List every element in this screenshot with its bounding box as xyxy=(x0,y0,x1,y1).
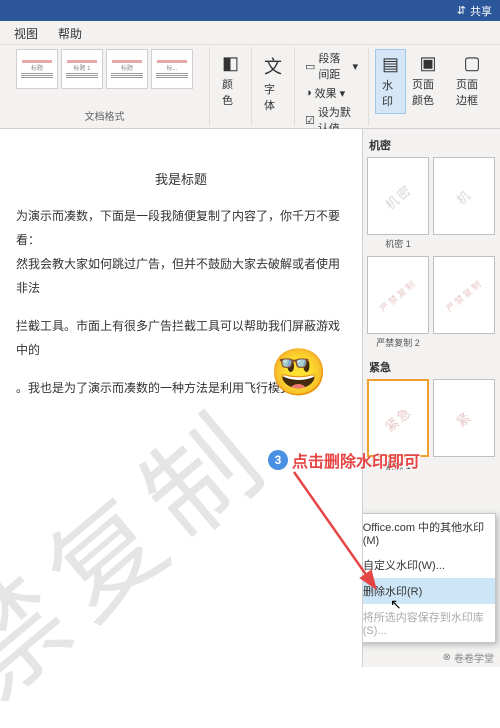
doc-line: 然我会教大家如何跳过广告，但并不鼓励大家去破解或者使用非法 xyxy=(16,252,346,300)
step-badge: 3 xyxy=(268,450,288,470)
wm-caption: 机密 1 xyxy=(367,237,429,250)
font-group: 文 字体 xyxy=(252,47,295,126)
arrow-annotation xyxy=(288,468,388,594)
style-thumb[interactable]: 标题 xyxy=(16,49,58,89)
page-bg-group: ▤ 水印 ▣ 页面颜色 ▢ 页面边框 xyxy=(369,47,500,126)
share-button[interactable]: ⇵ 共享 xyxy=(457,3,492,19)
wm-thumb-urgent-1[interactable]: 紧急 xyxy=(367,379,429,457)
style-thumb[interactable]: 标题 xyxy=(106,49,148,89)
share-label: 共享 xyxy=(470,3,492,19)
color-icon: ◧ xyxy=(222,53,239,74)
color-group: ◧ 颜色 xyxy=(210,47,252,126)
style-gallery-group: 标题 标题 1 标题 标... 文档格式 xyxy=(0,47,210,126)
style-thumb[interactable]: 标题 1 xyxy=(61,49,103,89)
watermark-icon: ▤ xyxy=(382,54,399,75)
style-gallery[interactable]: 标题 标题 1 标题 标... xyxy=(16,49,193,89)
author-watermark: ⊗ 卷卷学堂 xyxy=(443,650,494,665)
page-color-button[interactable]: ▣ 页面颜色 xyxy=(406,49,450,114)
para-spacing-button[interactable]: ▭ 段落间距 ▾ xyxy=(301,49,362,83)
wm-menu-save: 💾 将所选内容保存到水印库(S)... xyxy=(362,604,495,642)
wm-caption: 严禁复制 2 xyxy=(367,336,429,349)
wm-thumb-confidential-1[interactable]: 机密 xyxy=(367,157,429,235)
menu-view[interactable]: 视图 xyxy=(4,21,48,44)
doc-title: 我是标题 xyxy=(16,169,346,188)
menu-help[interactable]: 帮助 xyxy=(48,21,92,44)
title-bar: ⇵ 共享 xyxy=(0,0,500,21)
wm-section-title: 紧急 xyxy=(367,355,496,379)
wm-thumb-confidential-2[interactable]: 机 xyxy=(433,157,495,235)
wm-thumb-nocopy-3[interactable]: 严禁复制 xyxy=(433,256,495,334)
page-border-button[interactable]: ▢ 页面边框 xyxy=(450,49,494,114)
menu-bar: 视图 帮助 xyxy=(0,21,500,45)
zhihu-icon: ⊗ xyxy=(443,652,451,663)
format-opts-group: ▭ 段落间距 ▾ ◑ 效果 ▾ ☑ 设为默认值 xyxy=(295,47,369,126)
share-icon: ⇵ xyxy=(457,4,466,17)
wm-caption xyxy=(433,237,495,247)
wm-caption xyxy=(433,459,495,469)
page-color-icon: ▣ xyxy=(420,53,437,74)
wm-caption xyxy=(433,336,495,346)
style-thumb[interactable]: 标... xyxy=(151,49,193,89)
ribbon: 标题 标题 1 标题 标... 文档格式 ◧ 颜色 文 字体 ▭ 段落间距 ▾ … xyxy=(0,45,500,129)
watermark-button[interactable]: ▤ 水印 xyxy=(375,49,406,114)
bg-watermark-text: 禁复制 xyxy=(0,366,300,728)
style-group-label: 文档格式 xyxy=(6,107,203,124)
cursor-icon: ↖ xyxy=(390,596,402,613)
glasses-icon: 👓 xyxy=(278,348,310,379)
wm-thumb-urgent-2[interactable]: 紧 xyxy=(433,379,495,457)
page-border-icon: ▢ xyxy=(464,53,481,74)
font-button[interactable]: 文 字体 xyxy=(258,49,288,117)
effect-button[interactable]: ◑ 效果 ▾ xyxy=(301,84,362,102)
doc-line: 为演示而凑数，下面是一段我随便复制了内容了，你千万不要看： xyxy=(16,204,346,252)
wm-thumb-nocopy-2[interactable]: 严禁复制 xyxy=(367,256,429,334)
font-icon: 文 xyxy=(264,53,282,79)
wm-section-title: 机密 xyxy=(367,133,496,157)
color-button[interactable]: ◧ 颜色 xyxy=(216,49,245,112)
